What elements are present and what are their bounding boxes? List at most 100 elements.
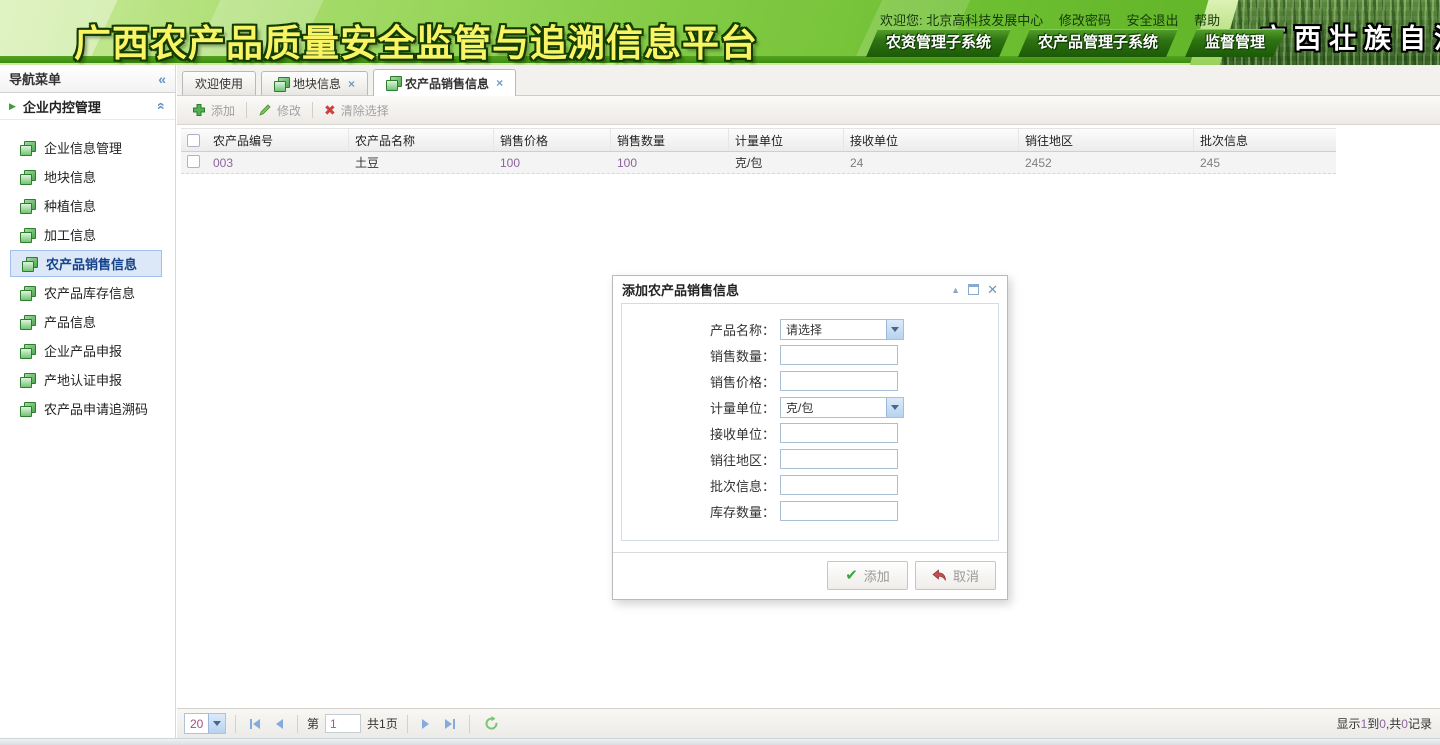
prev-page-button[interactable]: [271, 719, 288, 729]
column-header[interactable]: 销售数量: [611, 129, 729, 151]
first-page-button[interactable]: [245, 719, 265, 729]
table-row[interactable]: 003 土豆 100 100 克/包 24 2452 245: [181, 152, 1336, 174]
system-tab-agri-products[interactable]: 农产品管理子系统: [1018, 29, 1178, 57]
tab-welcome[interactable]: 欢迎使用: [182, 71, 256, 95]
system-tab-agri-materials[interactable]: 农资管理子系统: [866, 29, 1011, 57]
add-sales-dialog: 添加农产品销售信息 ▲ ✕ 产品名称： 请选择 销售数量： 销售价格： 计量单位…: [612, 275, 1008, 600]
sidebar-item-label: 种植信息: [44, 196, 96, 215]
cell-batch: 245: [1194, 156, 1336, 170]
dialog-add-label: 添加: [864, 566, 890, 585]
page-total-label: 共1页: [367, 715, 398, 732]
record-info-text: ,共: [1386, 717, 1401, 731]
check-icon: ✔: [845, 568, 858, 583]
tab-close-icon[interactable]: ×: [348, 77, 355, 91]
doc-stack-icon: [20, 286, 35, 300]
dialog-window-controls: ▲ ✕: [951, 283, 998, 296]
add-button[interactable]: 添加: [186, 102, 241, 119]
sidebar-item-inventory-info[interactable]: 农产品库存信息: [0, 278, 175, 307]
sidebar-item-product-info[interactable]: 产品信息: [0, 307, 175, 336]
dropdown-trigger[interactable]: [208, 714, 225, 733]
unit-value: 克/包: [781, 399, 886, 416]
minimize-icon[interactable]: ▲: [951, 285, 960, 295]
record-total-number: 0: [1401, 717, 1408, 731]
doc-stack-icon: [20, 344, 35, 358]
next-page-button[interactable]: [417, 719, 434, 729]
refresh-button[interactable]: [479, 716, 504, 731]
sidebar-item-enterprise-info[interactable]: 企业信息管理: [0, 133, 175, 162]
sidebar-item-planting-info[interactable]: 种植信息: [0, 191, 175, 220]
sale-qty-input[interactable]: [780, 345, 898, 365]
triangle-left-icon: [276, 719, 283, 729]
unit-select[interactable]: 克/包: [780, 397, 904, 418]
triangle-left-icon: [253, 719, 260, 729]
cancel-arrow-icon: [932, 569, 947, 582]
clear-selection-label: 清除选择: [341, 102, 389, 119]
maximize-icon[interactable]: [968, 284, 979, 295]
stock-qty-input[interactable]: [780, 501, 898, 521]
doc-stack-icon: [20, 228, 35, 242]
sidebar-item-label: 产地认证申报: [44, 370, 122, 389]
select-all-checkbox[interactable]: [187, 134, 200, 147]
sidebar-item-label: 地块信息: [44, 167, 96, 186]
tab-sales-info[interactable]: 农产品销售信息 ×: [373, 69, 516, 96]
toolbar-separator: [246, 102, 247, 118]
column-header[interactable]: 农产品名称: [349, 129, 494, 151]
section-collapse-icon[interactable]: «: [154, 102, 170, 110]
pagination-separator: [235, 715, 236, 733]
receiver-input[interactable]: [780, 423, 898, 443]
page-number-input[interactable]: [325, 714, 361, 733]
chevron-down-icon: [891, 327, 899, 332]
field-label-sale-qty: 销售数量：: [622, 346, 780, 365]
sidebar-item-product-declare[interactable]: 企业产品申报: [0, 336, 175, 365]
dialog-header[interactable]: 添加农产品销售信息 ▲ ✕: [613, 276, 1007, 303]
sidebar-item-sales-info[interactable]: 农产品销售信息: [10, 250, 162, 277]
dropdown-trigger[interactable]: [886, 320, 903, 339]
tab-plot-info[interactable]: 地块信息 ×: [261, 71, 368, 95]
sale-price-input[interactable]: [780, 371, 898, 391]
triangle-right-icon: [422, 719, 429, 729]
sidebar-item-origin-cert[interactable]: 产地认证申报: [0, 365, 175, 394]
sidebar-item-processing-info[interactable]: 加工信息: [0, 220, 175, 249]
pagination-bar: 20 第 共1页 显示1到0,共0记录: [177, 708, 1440, 738]
dialog-cancel-label: 取消: [953, 566, 979, 585]
dialog-cancel-button[interactable]: 取消: [915, 561, 996, 590]
sidebar-item-label: 农产品销售信息: [46, 254, 137, 273]
field-label-receiver: 接收单位：: [622, 424, 780, 443]
column-header[interactable]: 接收单位: [844, 129, 1019, 151]
tab-close-icon[interactable]: ×: [496, 76, 503, 90]
column-header[interactable]: 销往地区: [1019, 129, 1194, 151]
cell-sale-qty: 100: [611, 156, 729, 170]
product-name-value: 请选择: [781, 321, 886, 338]
dialog-add-button[interactable]: ✔ 添加: [827, 561, 908, 590]
region-input[interactable]: [780, 449, 898, 469]
doc-stack-icon: [20, 199, 35, 213]
sidebar-item-plot-info[interactable]: 地块信息: [0, 162, 175, 191]
sidebar-section-internal-control[interactable]: ▶ 企业内控管理 «: [0, 93, 175, 120]
column-header[interactable]: 农产品编号: [207, 129, 349, 151]
app-header: 广西农产品质量安全监管与追溯信息平台 欢迎您: 北京高科技发展中心 修改密码 安…: [0, 0, 1440, 65]
logout-link[interactable]: 安全退出: [1127, 13, 1179, 28]
column-header[interactable]: 批次信息: [1194, 129, 1336, 151]
clear-selection-button[interactable]: ✖ 清除选择: [318, 102, 395, 119]
row-checkbox[interactable]: [187, 155, 200, 168]
field-label-product-name: 产品名称：: [622, 320, 780, 339]
column-header[interactable]: 销售价格: [494, 129, 611, 151]
sidebar-item-trace-code[interactable]: 农产品申请追溯码: [0, 394, 175, 423]
edit-button[interactable]: 修改: [252, 102, 307, 119]
help-link[interactable]: 帮助: [1194, 13, 1220, 28]
product-name-select[interactable]: 请选择: [780, 319, 904, 340]
toolbar-separator: [312, 102, 313, 118]
record-info-text: 记录: [1408, 717, 1432, 731]
page-size-select[interactable]: 20: [184, 713, 226, 734]
sidebar-item-label: 企业信息管理: [44, 138, 122, 157]
batch-input[interactable]: [780, 475, 898, 495]
sidebar-collapse-icon[interactable]: «: [158, 71, 166, 87]
grid-header-row: 农产品编号 农产品名称 销售价格 销售数量 计量单位 接收单位 销往地区 批次信…: [181, 128, 1336, 152]
close-icon[interactable]: ✕: [987, 283, 998, 296]
system-tab-supervision[interactable]: 监督管理: [1185, 29, 1285, 57]
dropdown-trigger[interactable]: [886, 398, 903, 417]
last-page-button[interactable]: [440, 719, 460, 729]
change-password-link[interactable]: 修改密码: [1059, 13, 1111, 28]
column-header[interactable]: 计量单位: [729, 129, 844, 151]
sales-grid: 农产品编号 农产品名称 销售价格 销售数量 计量单位 接收单位 销往地区 批次信…: [181, 128, 1336, 174]
